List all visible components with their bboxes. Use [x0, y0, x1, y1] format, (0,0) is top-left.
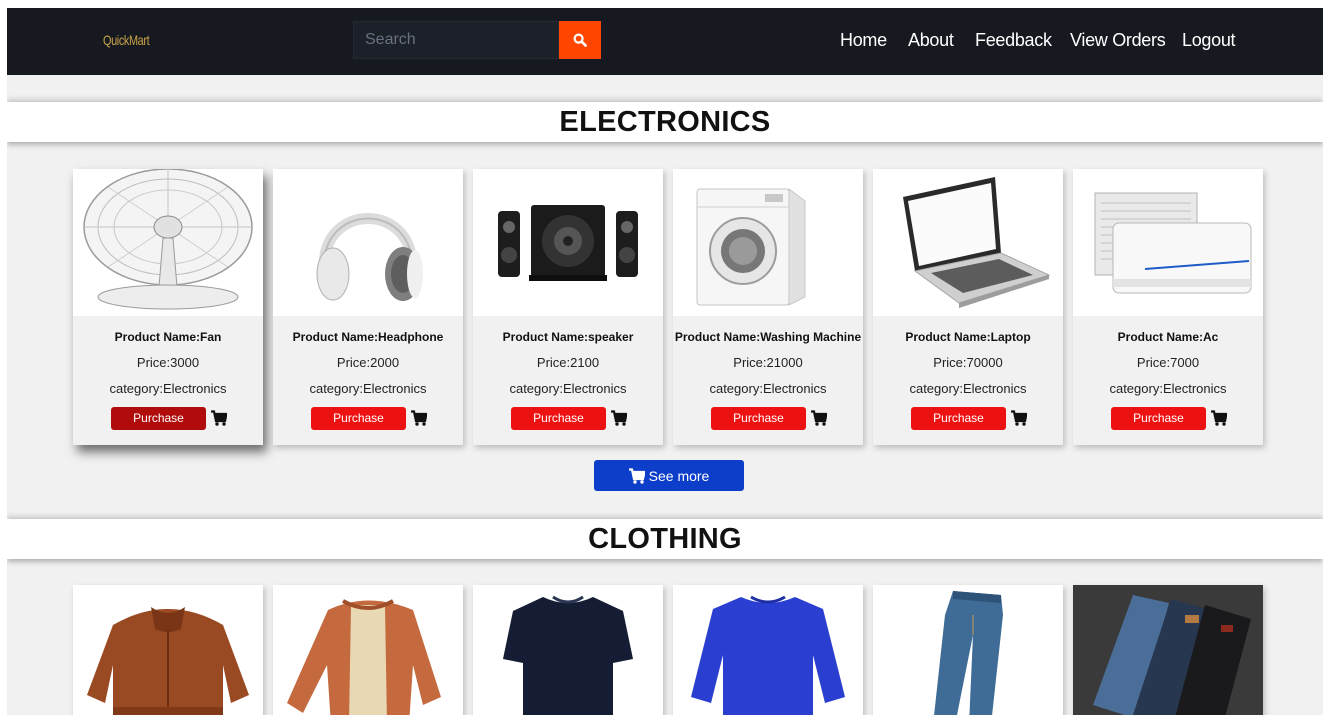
product-price: Price:2000 [336, 355, 400, 370]
product-price: Price:70000 [933, 355, 1003, 370]
product-card[interactable]: Product Name:Fan Price:3000 category:Ele… [73, 169, 263, 445]
product-name: Product Name:Laptop [905, 330, 1031, 344]
product-price: Price:7000 [1136, 355, 1200, 370]
product-image-jeans [934, 591, 1003, 715]
search-button[interactable] [559, 21, 601, 59]
product-image-speaker [473, 169, 663, 316]
nav-feedback[interactable]: Feedback [975, 30, 1052, 51]
nav-about[interactable]: About [908, 30, 954, 51]
product-image-leather-jacket [87, 607, 249, 715]
product-image-jeans-stack [1073, 585, 1263, 715]
section-title: ELECTRONICS [559, 106, 771, 138]
brand-logo-text: QuickMart [103, 32, 150, 48]
product-category: category:Electronics [709, 381, 827, 396]
nav-view-orders[interactable]: View Orders [1070, 30, 1166, 51]
product-card[interactable] [873, 585, 1063, 715]
purchase-button[interactable]: Purchase [1111, 407, 1206, 430]
product-name: Product Name:Washing Machine [674, 330, 862, 344]
navbar: QuickMart Search Home About Feedback Vie… [7, 8, 1323, 75]
product-card[interactable] [473, 585, 663, 715]
cart-icon [628, 467, 645, 484]
product-name: Product Name:Ac [1117, 330, 1219, 344]
product-price: Price:3000 [136, 355, 200, 370]
purchase-button[interactable]: Purchase [111, 407, 206, 430]
product-image-fan [73, 169, 263, 316]
product-card[interactable]: Product Name:Ac Price:7000 category:Elec… [1073, 169, 1263, 445]
cart-icon[interactable] [1211, 410, 1227, 426]
product-card[interactable]: Product Name:speaker Price:2100 category… [473, 169, 663, 445]
product-image-ac [1073, 169, 1263, 316]
cart-icon[interactable] [811, 410, 827, 426]
nav-home[interactable]: Home [840, 30, 887, 51]
purchase-button[interactable]: Purchase [911, 407, 1006, 430]
product-image-bomber-jacket [287, 599, 441, 715]
product-image-sweatshirt [691, 595, 845, 715]
section-header-clothing: CLOTHING [7, 519, 1323, 559]
product-image-headphone [273, 169, 463, 316]
brand-logo[interactable]: QuickMart [99, 18, 169, 64]
product-category: category:Electronics [109, 381, 227, 396]
product-card[interactable] [673, 585, 863, 715]
see-more-button[interactable]: See more [594, 460, 744, 491]
product-image-laptop [873, 169, 1063, 316]
cart-icon[interactable] [411, 410, 427, 426]
see-more-label: See more [648, 467, 710, 484]
product-price: Price:21000 [733, 355, 803, 370]
product-card[interactable]: Product Name:Washing Machine Price:21000… [673, 169, 863, 445]
product-name: Product Name:Headphone [292, 330, 444, 344]
product-card[interactable]: Product Name:Headphone Price:2000 catego… [273, 169, 463, 445]
purchase-button[interactable]: Purchase [311, 407, 406, 430]
product-category: category:Electronics [909, 381, 1027, 396]
cart-icon[interactable] [211, 410, 227, 426]
section-title: CLOTHING [588, 523, 742, 555]
purchase-button[interactable]: Purchase [711, 407, 806, 430]
section-header-electronics: ELECTRONICS [7, 102, 1323, 142]
search-input[interactable]: Search [353, 21, 559, 59]
page: QuickMart Search Home About Feedback Vie… [7, 8, 1323, 715]
product-name: Product Name:Fan [114, 330, 222, 344]
product-card[interactable] [73, 585, 263, 715]
product-card[interactable]: Product Name:Laptop Price:70000 category… [873, 169, 1063, 445]
search-icon [573, 33, 587, 47]
product-card[interactable] [273, 585, 463, 715]
product-name: Product Name:speaker [502, 330, 634, 344]
product-category: category:Electronics [509, 381, 627, 396]
product-card[interactable] [1073, 585, 1263, 715]
product-category: category:Electronics [309, 381, 427, 396]
nav-logout[interactable]: Logout [1182, 30, 1236, 51]
product-price: Price:2100 [536, 355, 600, 370]
product-category: category:Electronics [1109, 381, 1227, 396]
product-image-tshirt [503, 595, 633, 715]
cart-icon[interactable] [611, 410, 627, 426]
cart-icon[interactable] [1011, 410, 1027, 426]
product-image-washing-machine [673, 169, 863, 316]
purchase-button[interactable]: Purchase [511, 407, 606, 430]
